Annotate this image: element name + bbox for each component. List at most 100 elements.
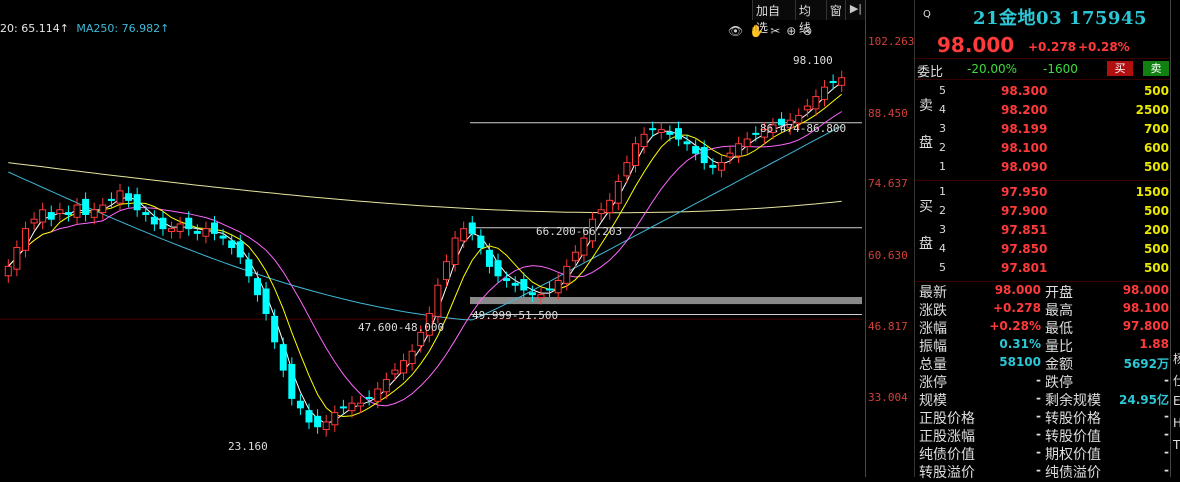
- candle-body: [21, 228, 29, 251]
- ask-level: 5: [939, 84, 946, 97]
- stat-value: -: [1036, 445, 1041, 459]
- candle-body: [142, 212, 150, 215]
- ma250-line: [8, 162, 842, 214]
- sell-button[interactable]: 卖: [1143, 61, 1169, 76]
- weibi-label: 委比: [917, 65, 944, 80]
- ask-level: 2: [939, 141, 946, 154]
- stat-label: 量比: [1045, 339, 1073, 355]
- candle-body: [468, 222, 476, 234]
- candle-body: [408, 350, 416, 365]
- bid-level: 4: [939, 242, 946, 255]
- ask-row[interactable]: 2 98.100 600: [915, 139, 1180, 158]
- candle-body: [39, 209, 47, 223]
- stat-row: 正股价格 - 转股价格 -: [915, 408, 1180, 427]
- bid-row[interactable]: 3 97.851 200: [915, 221, 1180, 240]
- stat-value: -: [1036, 409, 1041, 423]
- ask-row[interactable]: 5 98.300 500: [915, 82, 1180, 101]
- bid-row[interactable]: 4 97.850 500: [915, 240, 1180, 259]
- stat-row: 涨停 - 跌停 -: [915, 372, 1180, 391]
- stat-label: 涨停: [919, 375, 947, 391]
- candle-body: [451, 237, 459, 265]
- stat-value: 98.000: [994, 283, 1041, 297]
- candle-body: [116, 190, 124, 204]
- candle-body: [348, 402, 356, 412]
- candle-body: [511, 282, 519, 286]
- candle-body: [631, 143, 640, 166]
- candle-body: [64, 212, 72, 215]
- candle-body: [597, 209, 605, 215]
- weibi-row: 委比 -20.00% -1600 买 卖: [915, 59, 1180, 80]
- security-title: 21金地03 175945: [973, 8, 1148, 29]
- ask-row[interactable]: 3 98.199 700: [915, 120, 1180, 139]
- stat-value: 24.95亿: [1119, 393, 1169, 407]
- stats-table: 最新 98.000 开盘 98.000 涨跌 +0.278 最高 98.100 涨幅 +0.28%…: [915, 282, 1180, 481]
- candle-body: [674, 128, 682, 140]
- bid-price: 97.950: [1001, 185, 1048, 199]
- candle-body: [829, 81, 837, 83]
- bid-row[interactable]: 2 97.900 500: [915, 202, 1180, 221]
- candle-body: [735, 143, 743, 157]
- candle-body: [503, 278, 511, 282]
- stat-label: 剩余规模: [1045, 393, 1101, 409]
- bid-qty: 200: [1143, 223, 1169, 237]
- candle-body: [262, 288, 270, 315]
- stat-value: 0.31%: [999, 337, 1041, 351]
- stat-value: 98.000: [1122, 283, 1169, 297]
- candle-body: [640, 133, 648, 148]
- weibi-ratio: -20.00%: [967, 62, 1018, 76]
- ask-book: 卖 盘 5 98.300 500 4 98.200 2500 3 98.199 700 2 98.1…: [915, 80, 1180, 181]
- candle-body: [614, 180, 622, 204]
- candle-body: [477, 235, 485, 249]
- candle-body: [159, 217, 167, 230]
- stat-label: 转股溢价: [919, 465, 975, 481]
- stat-row: 规模 - 剩余规模 24.95亿: [915, 390, 1180, 409]
- candle-body: [107, 198, 115, 201]
- stat-value: 5692万: [1123, 357, 1169, 371]
- candle-body: [520, 279, 528, 291]
- buy-button[interactable]: 买: [1107, 61, 1133, 76]
- kline-chart-area[interactable]: 20: 65.114↑ MA250: 76.982↑ 加自选 均线 窗 ▶| 👁…: [0, 0, 866, 477]
- stat-label: 正股价格: [919, 411, 975, 427]
- stat-value: +0.278: [992, 301, 1041, 315]
- ask-qty: 500: [1143, 160, 1169, 174]
- candle-body: [245, 259, 253, 277]
- stat-label: 振幅: [919, 339, 947, 355]
- candle-body: [623, 162, 631, 177]
- ask-row[interactable]: 4 98.200 2500: [915, 101, 1180, 120]
- range-annotation-1: 86.474-86.800: [760, 122, 847, 135]
- candle-body: [133, 194, 141, 211]
- candle-body: [374, 388, 382, 402]
- candle-body: [683, 141, 691, 145]
- stat-label: 金额: [1045, 357, 1073, 373]
- axis-tick-102: 102.263: [868, 35, 915, 48]
- stat-value: 1.88: [1139, 337, 1169, 351]
- weibi-diff: -1600: [1043, 62, 1078, 76]
- candle-body: [700, 147, 708, 164]
- stat-value: 97.800: [1122, 319, 1169, 333]
- q-icon[interactable]: Q: [923, 9, 931, 20]
- ma5-line: [7, 81, 842, 425]
- bid-price: 97.801: [1001, 261, 1048, 275]
- candle-body: [168, 228, 176, 232]
- candle-body: [692, 146, 700, 154]
- ask-qty: 600: [1143, 141, 1169, 155]
- candle-body: [400, 360, 408, 374]
- stat-row: 转股溢价 - 纯债溢价 -: [915, 462, 1180, 481]
- bid-price: 97.900: [1001, 204, 1048, 218]
- candle-body: [528, 292, 536, 296]
- edge-char: E: [1173, 394, 1180, 408]
- bid-level: 3: [939, 223, 946, 236]
- bid-row[interactable]: 1 97.950 1500: [915, 183, 1180, 202]
- candle-body: [73, 204, 81, 218]
- stat-value: 98.100: [1122, 301, 1169, 315]
- bid-level: 1: [939, 185, 946, 198]
- candle-body: [56, 209, 64, 215]
- range-annotation-2: 66.200-66.203: [536, 225, 623, 238]
- range-annotation-3: 49.999-51.500: [472, 309, 559, 322]
- candle-body: [331, 412, 339, 426]
- bid-row[interactable]: 5 97.801 500: [915, 259, 1180, 278]
- ask-row[interactable]: 1 98.090 500: [915, 158, 1180, 177]
- stat-label: 总量: [919, 357, 947, 373]
- ask-level: 4: [939, 103, 946, 116]
- candle-body: [314, 415, 322, 428]
